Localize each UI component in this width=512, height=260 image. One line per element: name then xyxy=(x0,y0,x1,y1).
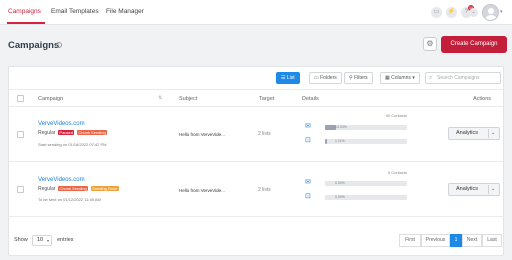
table-row: VerveVideos.com Regular Chunk Sending Se… xyxy=(9,162,503,217)
top-nav: Campaigns Email Templates File Manager ▭… xyxy=(0,0,512,25)
inbox-icon[interactable]: ▭ xyxy=(431,7,442,18)
campaign-name-link[interactable]: VerveVideos.com xyxy=(38,177,85,183)
pager-first[interactable]: First xyxy=(399,234,421,247)
analytics-label: Analytics xyxy=(456,130,479,136)
sort-icon[interactable]: ⇅ xyxy=(158,95,162,101)
notification-icon[interactable]: ⌄ xyxy=(469,8,478,17)
campaign-schedule: Start sending on 01/18/2022 07:42 PM xyxy=(38,142,107,147)
lightning-icon[interactable]: ⚡ xyxy=(446,7,457,18)
campaign-subject: Hello from VerveVide... xyxy=(179,132,225,137)
table-row: VerveVideos.com Regular Paused Chunk Sen… xyxy=(9,107,503,162)
chevron-down-icon[interactable]: ▾ xyxy=(500,9,503,15)
page-size-select[interactable]: 10 ▾ xyxy=(32,235,52,246)
campaign-type-label: Regular xyxy=(38,130,56,136)
page-size-value: 10 xyxy=(37,237,44,243)
select-all-checkbox[interactable] xyxy=(17,95,24,102)
settings-button[interactable]: ⚙ xyxy=(423,37,437,51)
filters-button[interactable]: ⚲ Filters xyxy=(344,72,373,84)
entries-label: entries xyxy=(57,237,74,243)
folder-icon: ▭ xyxy=(314,75,319,81)
open-rate-label: 0.00% xyxy=(335,181,345,185)
folders-label: Folders xyxy=(320,75,337,81)
click-rate-bar: 0.00% xyxy=(325,195,407,200)
analytics-button[interactable]: Analytics ⌄ xyxy=(448,127,500,140)
tab-campaigns[interactable]: Campaigns xyxy=(8,8,41,15)
campaign-subject: Hello from VerveVide... xyxy=(179,188,225,193)
status-badge: Sending Soon xyxy=(90,186,119,192)
contacts-count: 90 Contacts xyxy=(385,113,407,118)
tab-file-manager[interactable]: File Manager xyxy=(106,8,144,15)
contacts-count: 0 Contacts xyxy=(387,170,407,175)
analytics-label: Analytics xyxy=(456,186,479,192)
search-box[interactable]: ⌕ xyxy=(425,72,501,84)
filter-icon: ⚲ xyxy=(349,75,353,81)
analytics-button[interactable]: Analytics ⌄ xyxy=(448,183,500,196)
opened-mail-icon: ✉ xyxy=(305,123,311,130)
gear-icon: ⚙ xyxy=(426,39,434,48)
click-rate-label: 0.00% xyxy=(335,195,345,199)
table-header: Campaign ⇅ Subject Target Details Action… xyxy=(9,89,503,107)
status-badge: Chunk Sending xyxy=(57,186,89,192)
table-footer: Show 10 ▾ entries First Previous 1 Next … xyxy=(9,227,503,255)
open-rate-bar: 13.33% xyxy=(325,125,407,130)
click-rate-label: 1.11% xyxy=(335,139,345,143)
chevron-down-icon[interactable]: ⌄ xyxy=(491,184,495,195)
status-badge: Paused xyxy=(57,130,75,136)
chevron-down-icon: ▾ xyxy=(412,75,415,81)
page-title: Campaigns xyxy=(8,40,60,51)
campaign-target: 2 lists xyxy=(258,187,271,193)
tab-email-templates[interactable]: Email Templates xyxy=(51,8,99,15)
column-header-campaign[interactable]: Campaign xyxy=(38,96,63,102)
columns-icon: ▦ xyxy=(385,75,390,81)
campaign-name-link[interactable]: VerveVideos.com xyxy=(38,121,85,127)
pager-page-1[interactable]: 1 xyxy=(450,234,462,247)
chevron-down-icon: ▾ xyxy=(46,238,49,243)
search-input[interactable] xyxy=(437,73,497,83)
column-header-target: Target xyxy=(259,96,275,102)
row-checkbox[interactable] xyxy=(17,131,24,138)
column-header-actions: Actions xyxy=(473,96,492,102)
pager-last[interactable]: Last xyxy=(482,234,502,247)
click-icon: ⊡ xyxy=(305,137,311,144)
click-rate-bar: 1.11% xyxy=(325,139,407,144)
click-icon: ⊡ xyxy=(305,193,311,200)
campaign-type: Regular Paused Chunk Sending xyxy=(38,130,108,136)
button-divider xyxy=(488,185,489,194)
search-icon: ⌕ xyxy=(429,75,433,81)
pager-next[interactable]: Next xyxy=(462,234,482,247)
status-badge: Chunk Sending xyxy=(76,130,108,136)
click-rate-bar-fill xyxy=(325,139,327,144)
show-label: Show xyxy=(14,237,28,243)
filters-label: Filters xyxy=(354,75,368,81)
column-header-details: Details xyxy=(302,96,319,102)
columns-label: Columns xyxy=(391,75,411,81)
opened-mail-icon: ✉ xyxy=(305,179,311,186)
active-tab-indicator xyxy=(7,22,45,24)
list-icon: ☰ xyxy=(281,75,286,81)
campaign-schedule: To be sent on 01/12/2022 11:45 AM xyxy=(38,197,101,202)
pager-previous[interactable]: Previous xyxy=(421,234,450,247)
avatar[interactable] xyxy=(482,4,499,21)
campaign-type-label: Regular xyxy=(38,186,56,192)
row-checkbox[interactable] xyxy=(17,186,24,193)
open-rate-label: 13.33% xyxy=(335,125,347,129)
chevron-down-icon[interactable]: ⌄ xyxy=(491,128,495,139)
campaign-target: 2 lists xyxy=(258,131,271,137)
campaign-type: Regular Chunk Sending Sending Soon xyxy=(38,186,119,192)
columns-button[interactable]: ▦ Columns ▾ xyxy=(380,72,420,84)
column-header-subject: Subject xyxy=(179,96,198,102)
info-icon[interactable]: i xyxy=(56,42,62,48)
create-campaign-button[interactable]: Create Campaign xyxy=(441,36,507,53)
button-divider xyxy=(488,129,489,138)
list-view-button[interactable]: ☰ List xyxy=(276,72,300,84)
campaigns-card: ☰ List ▭ Folders ⚲ Filters ▦ Columns ▾ ⌕… xyxy=(8,66,504,256)
list-view-label: List xyxy=(286,75,295,81)
open-rate-bar: 0.00% xyxy=(325,181,407,186)
folders-button[interactable]: ▭ Folders xyxy=(309,72,342,84)
